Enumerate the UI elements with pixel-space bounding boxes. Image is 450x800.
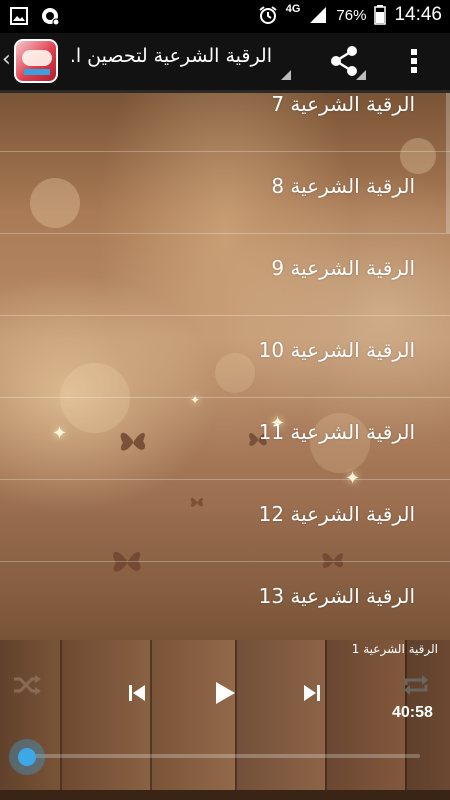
bottom-edge xyxy=(0,790,450,800)
player-panel: الرقية الشرعية 1 40:58 xyxy=(0,640,450,800)
wood-plank xyxy=(0,640,62,800)
seek-bar[interactable] xyxy=(27,754,420,758)
seek-thumb[interactable] xyxy=(9,739,45,775)
battery-percent: 76% xyxy=(336,6,367,24)
list-item-label: الرقية الشرعية 11 xyxy=(258,420,415,444)
share-dropdown-indicator xyxy=(356,70,366,80)
gallery-icon xyxy=(10,7,28,25)
next-icon[interactable] xyxy=(302,683,322,703)
list-item-label: الرقية الشرعية 7 xyxy=(271,93,415,116)
network-type: 4G xyxy=(285,3,301,15)
now-playing-title: الرقية الشرعية 1 xyxy=(351,642,438,656)
play-icon[interactable] xyxy=(213,680,237,706)
list-item-label: الرقية الشرعية 10 xyxy=(258,338,415,362)
list-item[interactable]: الرقية الشرعية 9 xyxy=(0,234,450,316)
list-item-label: الرقية الشرعية 8 xyxy=(271,174,415,198)
track-list[interactable]: ✦ ✦ ✦ ✦ الرقية الشرعية 7 الرقية الشرعية … xyxy=(0,93,450,640)
app-title[interactable]: الرقية الشرعية لتحصين ا.. xyxy=(72,45,272,67)
repeat-icon[interactable] xyxy=(402,673,430,697)
title-dropdown-indicator xyxy=(281,70,291,80)
wood-plank xyxy=(150,640,237,800)
battery-icon xyxy=(374,5,387,25)
previous-icon[interactable] xyxy=(127,683,147,703)
back-chevron-icon[interactable]: ‹ xyxy=(2,47,11,72)
scrollbar[interactable] xyxy=(446,93,450,233)
list-item[interactable]: الرقية الشرعية 11 xyxy=(0,398,450,480)
list-item-label: الرقية الشرعية 12 xyxy=(258,502,415,526)
list-item[interactable]: الرقية الشرعية 13 xyxy=(0,562,450,640)
list-item[interactable]: الرقية الشرعية 10 xyxy=(0,316,450,398)
list-item[interactable]: الرقية الشرعية 7 xyxy=(0,93,450,152)
overflow-menu-icon[interactable] xyxy=(402,43,426,79)
wood-plank xyxy=(60,640,152,800)
signal-icon xyxy=(310,7,327,23)
list-item[interactable]: الرقية الشرعية 12 xyxy=(0,480,450,562)
alarm-icon xyxy=(259,6,277,24)
status-bar: 4G 76% 14:46 xyxy=(0,0,450,33)
track-duration: 40:58 xyxy=(392,704,433,721)
list-item-label: الرقية الشرعية 13 xyxy=(258,584,415,608)
clock: 14:46 xyxy=(394,4,442,25)
wood-plank xyxy=(235,640,327,800)
app-bar: ‹ الرقية الشرعية لتحصين ا.. xyxy=(0,33,450,93)
app-logo[interactable] xyxy=(14,39,58,83)
shuffle-icon[interactable] xyxy=(12,674,42,696)
data-saver-icon xyxy=(42,8,60,26)
list-item-label: الرقية الشرعية 9 xyxy=(271,256,415,280)
list-item[interactable]: الرقية الشرعية 8 xyxy=(0,152,450,234)
